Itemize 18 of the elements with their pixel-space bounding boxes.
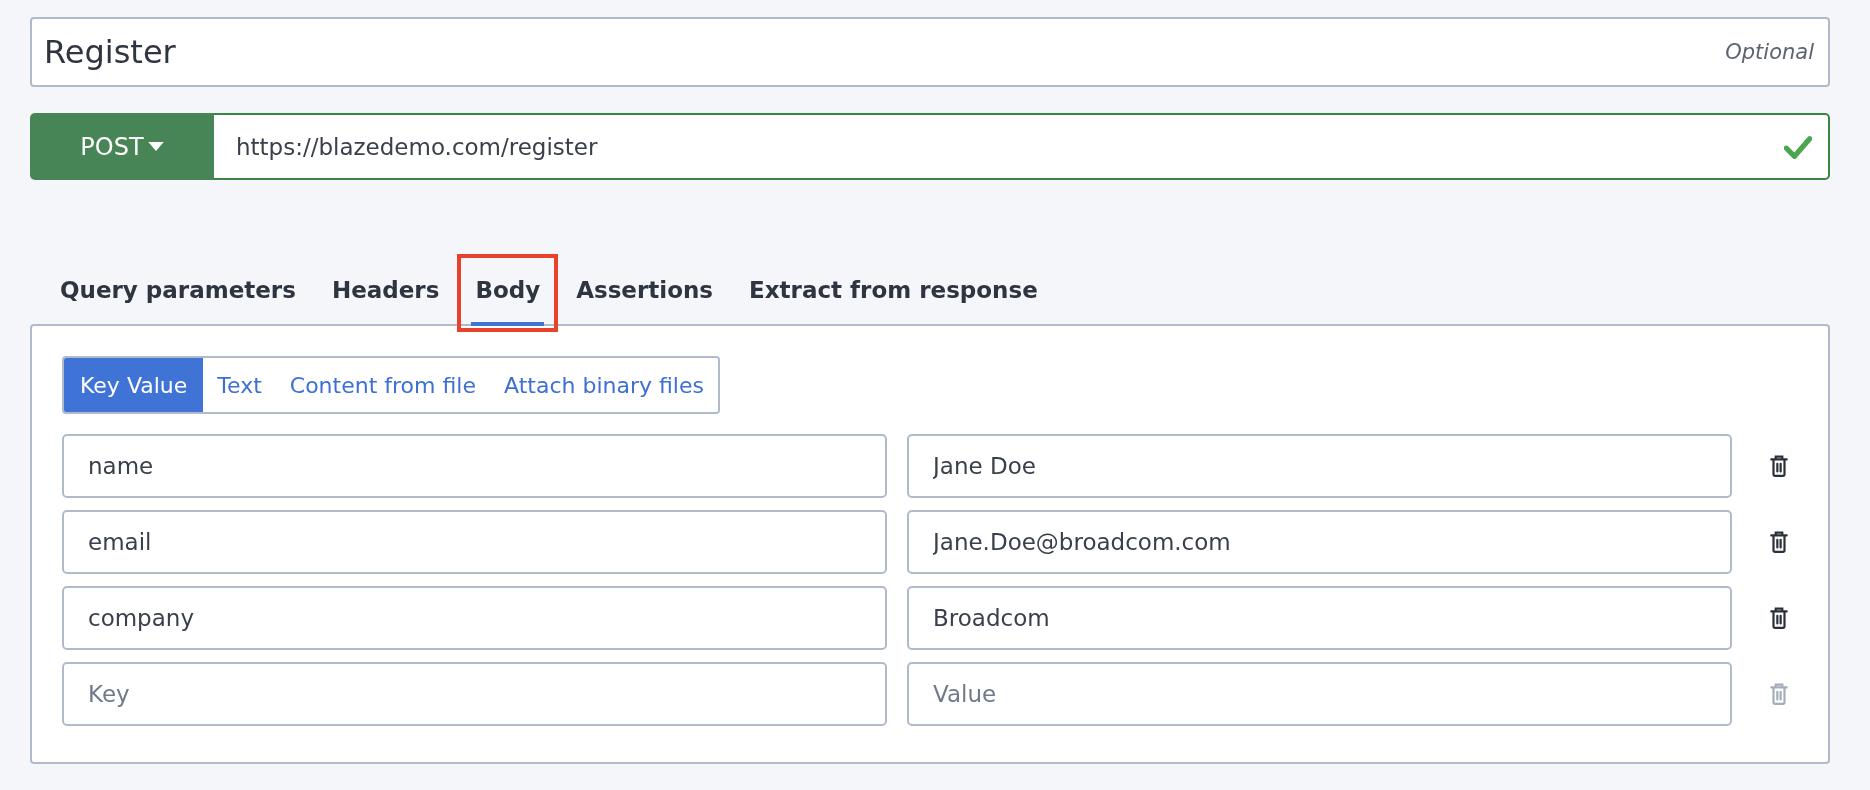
tab[interactable]: Headers [327, 258, 444, 326]
value-field[interactable]: Broadcom [907, 586, 1732, 650]
tab[interactable]: Query parameters [56, 258, 300, 326]
trash-icon[interactable] [1770, 607, 1788, 629]
key-field[interactable]: name [62, 434, 887, 498]
key-field[interactable]: email [62, 510, 887, 574]
body-mode-button[interactable]: Key Value [64, 358, 204, 412]
tab[interactable]: Extract from response [745, 258, 1042, 326]
trash-icon[interactable] [1770, 455, 1788, 477]
request-name-field[interactable]: Register Optional [30, 17, 1830, 87]
trash-icon[interactable] [1770, 531, 1788, 553]
url-field[interactable]: https://blazedemo.com/register [214, 113, 1830, 180]
tab[interactable]: Assertions [572, 258, 718, 326]
caret-icon [147, 142, 164, 151]
key-field[interactable]: company [62, 586, 887, 650]
method-dropdown-button[interactable]: POST [30, 113, 214, 180]
optional-hint: Optional [1725, 40, 1814, 64]
check-icon [1784, 134, 1812, 159]
